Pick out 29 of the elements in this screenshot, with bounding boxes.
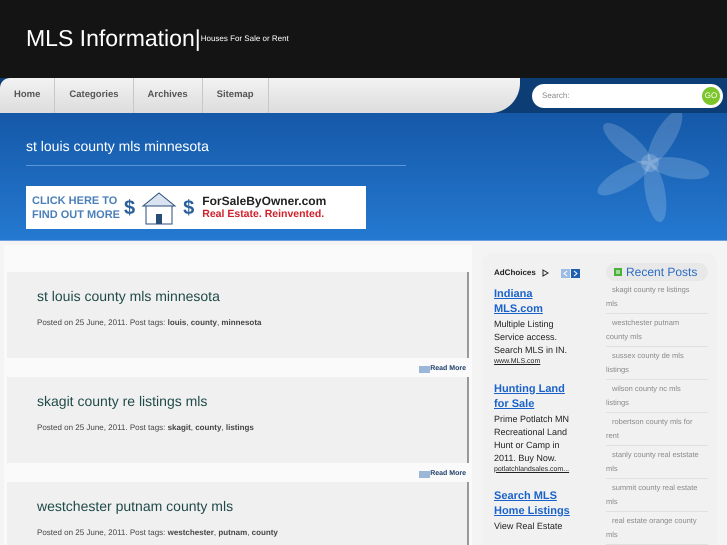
- ad-brand: ForSaleByOwner.com: [202, 194, 326, 208]
- ad-text: CLICK HERE TO: [32, 194, 118, 208]
- ad-title-link[interactable]: Hunting Land for Sale: [494, 382, 574, 412]
- list-icon: [614, 268, 622, 276]
- post-title[interactable]: westchester putnam county mls: [37, 496, 467, 517]
- ad-slogan: Real Estate. Reinvented.: [202, 208, 326, 221]
- post-meta: Posted on 25 June, 2011. Post tags: louis, county, minnesota: [37, 317, 262, 329]
- ad-description: Multiple Listing Service access. Search MLS in IN.: [494, 318, 568, 357]
- section-title: Recent Posts: [626, 264, 698, 281]
- ad-title-link[interactable]: Search MLS Home Listings: [494, 489, 574, 519]
- post-meta: Posted on 25 June, 2011. Post tags: skagit, county, listings: [37, 422, 255, 434]
- play-icon: [542, 269, 549, 277]
- dollar-sign: $: [124, 196, 136, 220]
- chevron-right-icon[interactable]: [570, 268, 580, 278]
- ad-description: View Real Estate: [494, 520, 564, 533]
- page-title: st louis county mls minnesota: [26, 136, 406, 166]
- post-meta: Posted on 25 June, 2011. Post tags: westchester, putnam, county: [37, 527, 279, 539]
- post-title[interactable]: st louis county mls minnesota: [37, 286, 467, 307]
- ad-text: FIND OUT MORE: [32, 208, 120, 222]
- site-tagline: Houses For Sale or Rent: [200, 33, 289, 45]
- read-more-icon: [419, 471, 430, 478]
- read-more-icon: [419, 366, 430, 373]
- site-title[interactable]: MLS Information: [26, 20, 195, 56]
- ad-title-link[interactable]: Indiana MLS.com: [494, 287, 574, 317]
- post-title[interactable]: skagit county re listings mls: [37, 391, 467, 412]
- dollar-sign: $: [183, 196, 194, 220]
- adchoices-label[interactable]: AdChoices: [494, 267, 536, 279]
- title-separator: |: [194, 24, 201, 53]
- ad-description: Prime Potlatch MN Recreational Land Hunt or Camp in 2011. Buy Now.: [494, 412, 570, 464]
